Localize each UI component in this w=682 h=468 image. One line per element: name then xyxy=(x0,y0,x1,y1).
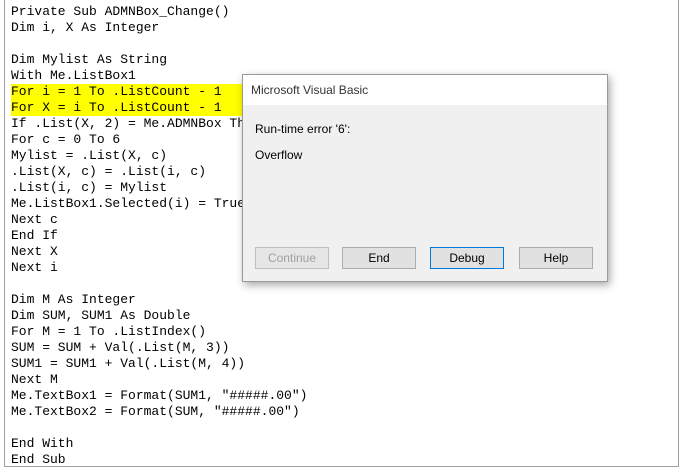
code-line-23[interactable]: SUM1 = SUM1 + Val(.List(M, 4)) xyxy=(11,356,307,372)
code-line-2[interactable]: Dim i, X As Integer xyxy=(11,20,307,36)
continue-button: Continue xyxy=(255,247,329,269)
runtime-error-dialog: Microsoft Visual Basic Run-time error '6… xyxy=(242,74,608,282)
dialog-title: Microsoft Visual Basic xyxy=(251,83,369,97)
code-line-25[interactable]: Me.TextBox1 = Format(SUM1, "#####.00") xyxy=(11,388,307,404)
help-button[interactable]: Help xyxy=(519,247,593,269)
code-line-28[interactable]: End With xyxy=(11,436,307,452)
code-line-19[interactable]: Dim M As Integer xyxy=(11,292,307,308)
error-detail: Overflow xyxy=(255,148,303,162)
code-line-26[interactable]: Me.TextBox2 = Format(SUM, "#####.00") xyxy=(11,404,307,420)
code-line-29[interactable]: End Sub xyxy=(11,452,307,466)
code-line-24[interactable]: Next M xyxy=(11,372,307,388)
debug-button[interactable]: Debug xyxy=(430,247,504,269)
error-message: Run-time error '6': xyxy=(255,122,351,136)
code-line-20[interactable]: Dim SUM, SUM1 As Double xyxy=(11,308,307,324)
dialog-titlebar[interactable]: Microsoft Visual Basic xyxy=(243,75,607,105)
code-line-3[interactable] xyxy=(11,36,307,52)
code-line-1[interactable]: Private Sub ADMNBox_Change() xyxy=(11,4,307,20)
end-button[interactable]: End xyxy=(342,247,416,269)
code-line-4[interactable]: Dim Mylist As String xyxy=(11,52,307,68)
code-line-22[interactable]: SUM = SUM + Val(.List(M, 3)) xyxy=(11,340,307,356)
code-line-21[interactable]: For M = 1 To .ListIndex() xyxy=(11,324,307,340)
code-line-27[interactable] xyxy=(11,420,307,436)
